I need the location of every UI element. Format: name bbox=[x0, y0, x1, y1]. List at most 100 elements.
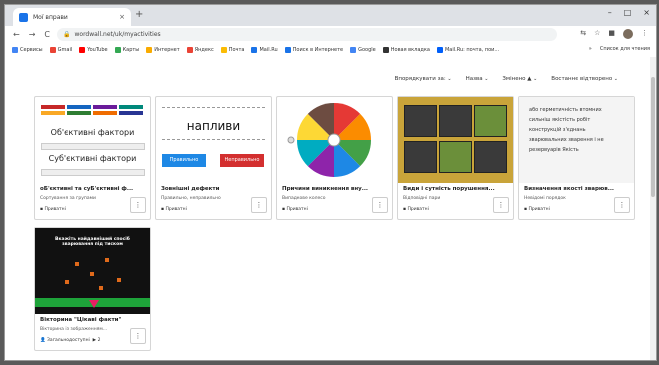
bookmark-item[interactable]: Google bbox=[350, 47, 376, 53]
spinning-wheel-graphic bbox=[287, 103, 371, 177]
activity-card[interactable]: Вкажіть найдавніший спосіб зварювання пі… bbox=[34, 227, 151, 351]
activity-title[interactable]: Вікторина "Цікаві факти" bbox=[40, 317, 146, 323]
extension-icon[interactable]: ■ bbox=[608, 29, 615, 39]
bookmark-favicon-icon bbox=[284, 47, 291, 53]
sort-name[interactable]: Назва bbox=[466, 76, 489, 82]
new-tab-button[interactable]: + bbox=[135, 9, 143, 20]
back-button[interactable]: ← bbox=[13, 30, 20, 39]
card-menu-button[interactable]: ⋮ bbox=[130, 197, 146, 213]
bookmark-favicon-icon bbox=[114, 47, 121, 53]
activity-thumbnail: напливи Правильно Неправильно bbox=[156, 97, 271, 183]
card-menu-button[interactable]: ⋮ bbox=[130, 328, 146, 344]
activity-card[interactable]: Причини виникнення вну... Випадкове коле… bbox=[276, 96, 393, 220]
minimize-button[interactable]: – bbox=[608, 8, 612, 17]
bookmark-item[interactable]: Gmail bbox=[49, 47, 72, 53]
activity-title[interactable]: Визначення якості зварюв... bbox=[524, 186, 630, 192]
bookmark-item[interactable]: Карты bbox=[114, 47, 139, 53]
activity-card[interactable]: Об'єктивні фактори Суб'єктивні фактори о… bbox=[34, 96, 151, 220]
bookmark-favicon-icon bbox=[49, 47, 56, 53]
visibility-label: 👤 Загальнодоступні ▶ 2 bbox=[40, 338, 101, 343]
bookmark-item[interactable]: Яндекс bbox=[186, 47, 214, 53]
visibility-label: ▪ Приватні bbox=[40, 207, 66, 212]
bookmark-favicon-icon bbox=[350, 47, 357, 53]
bookmarks-bar: Сервисы Gmail YouTube Карты Интернет Яндекс По… bbox=[5, 43, 656, 58]
bookmark-item[interactable]: YouTube bbox=[79, 47, 108, 53]
bookmark-item[interactable]: Поиск в Интернете bbox=[284, 47, 343, 53]
activity-type: Випадкове колесо bbox=[282, 196, 326, 201]
activity-thumbnail: Вкажіть найдавніший спосіб зварювання пі… bbox=[35, 228, 150, 314]
thumb-label-objective: Об'єктивні фактори bbox=[50, 128, 135, 137]
visibility-label: ▪ Приватні bbox=[282, 207, 308, 212]
tab-title: Мої вправи bbox=[33, 13, 68, 21]
activity-card[interactable]: Види і сутність порушення... Відповідні … bbox=[397, 96, 514, 220]
bookmark-favicon-icon bbox=[12, 47, 18, 53]
bookmark-favicon-icon bbox=[382, 47, 389, 53]
tab-bar: Мої вправи × + – □ × bbox=[5, 5, 656, 26]
card-menu-button[interactable]: ⋮ bbox=[251, 197, 267, 213]
page-content: Впорядкувати за: Назва Змінено ▲ Востанн… bbox=[5, 57, 650, 360]
thumb-false-button: Неправильно bbox=[220, 154, 264, 167]
card-menu-button[interactable]: ⋮ bbox=[493, 197, 509, 213]
lock-icon: 🔒 bbox=[63, 31, 71, 38]
activity-title[interactable]: оБ'єктивні та суБ'єктивні ф... bbox=[40, 186, 146, 192]
bookmark-favicon-icon bbox=[79, 47, 86, 53]
card-menu-button[interactable]: ⋮ bbox=[372, 197, 388, 213]
activity-type: Відповідні пари bbox=[403, 196, 441, 201]
activity-type: Вікторина із зображенням... bbox=[40, 327, 108, 332]
bookmark-favicon-icon bbox=[146, 47, 153, 53]
menu-dots-icon[interactable]: ⋮ bbox=[641, 29, 648, 39]
close-window-button[interactable]: × bbox=[643, 8, 650, 17]
thumb-question: Вкажіть найдавніший спосіб зварювання пі… bbox=[55, 237, 130, 247]
visibility-label: ▪ Приватні bbox=[524, 207, 550, 212]
translate-icon[interactable]: ⇆ bbox=[580, 29, 586, 39]
omnibox[interactable]: 🔒 wordwall.net/uk/myactivities bbox=[57, 28, 557, 41]
bookmark-item[interactable]: Сервисы bbox=[12, 47, 43, 53]
window-controls: – □ × bbox=[608, 8, 650, 17]
activity-card[interactable]: або герметичність втомних сильніш якісті… bbox=[518, 96, 635, 220]
activity-title[interactable]: Види і сутність порушення... bbox=[403, 186, 509, 192]
profile-avatar[interactable] bbox=[623, 29, 633, 39]
browser-window: Мої вправи × + – □ × ← → C 🔒 wordwall.ne… bbox=[4, 4, 657, 361]
card-menu-button[interactable]: ⋮ bbox=[614, 197, 630, 213]
bookmark-item[interactable]: Новая вкладка bbox=[382, 47, 430, 53]
wheel-pointer bbox=[287, 136, 295, 144]
thumb-label-subjective: Суб'єктивні фактори bbox=[48, 154, 137, 163]
activity-thumbnail: або герметичність втомних сильніш якісті… bbox=[519, 97, 634, 183]
tab-close-icon[interactable]: × bbox=[119, 13, 125, 21]
sort-by-label[interactable]: Впорядкувати за: bbox=[395, 76, 452, 82]
bookmark-item[interactable]: Почта bbox=[220, 47, 244, 53]
activity-title[interactable]: Зовнішні дефекти bbox=[161, 186, 267, 192]
bookmarks-more-icon[interactable]: » bbox=[589, 46, 592, 52]
plays-count: 2 bbox=[97, 338, 101, 343]
activity-thumbnail: Об'єктивні фактори Суб'єктивні фактори bbox=[35, 97, 150, 183]
tab-my-activities[interactable]: Мої вправи × bbox=[13, 8, 131, 26]
activity-title[interactable]: Причини виникнення вну... bbox=[282, 186, 388, 192]
activity-card[interactable]: напливи Правильно Неправильно Зовнішні д… bbox=[155, 96, 272, 220]
wheel-hub bbox=[327, 133, 341, 147]
visibility-label: ▪ Приватні bbox=[161, 207, 187, 212]
address-bar-row: ← → C 🔒 wordwall.net/uk/myactivities ⇆ ☆… bbox=[5, 26, 656, 43]
activity-thumbnail bbox=[398, 97, 513, 183]
bookmark-item[interactable]: Mail.Ru: почта, пои... bbox=[436, 47, 499, 53]
reading-list[interactable]: Список для чтения bbox=[600, 46, 650, 52]
activity-type: Сортування за групами bbox=[40, 196, 96, 201]
thumb-true-button: Правильно bbox=[162, 154, 206, 167]
bookmark-favicon-icon bbox=[220, 47, 227, 53]
bookmark-item[interactable]: Интернет bbox=[146, 47, 180, 53]
bookmark-favicon-icon bbox=[436, 47, 443, 53]
bookmark-favicon-icon bbox=[251, 47, 258, 53]
scrollbar[interactable] bbox=[650, 57, 656, 360]
sort-last-played[interactable]: Востаннє відтворено bbox=[551, 76, 618, 82]
bookmark-item[interactable]: Mail.Ru bbox=[251, 47, 278, 53]
visibility-label: ▪ Приватні bbox=[403, 207, 429, 212]
forward-button[interactable]: → bbox=[29, 30, 36, 39]
bookmark-star-icon[interactable]: ☆ bbox=[594, 29, 600, 39]
sort-modified[interactable]: Змінено ▲ bbox=[502, 76, 537, 82]
thumb-word: напливи bbox=[186, 119, 241, 133]
activity-type: Правильно, неправильно bbox=[161, 196, 221, 201]
wordwall-favicon-icon bbox=[19, 12, 28, 22]
maximize-button[interactable]: □ bbox=[624, 8, 632, 17]
activity-type: Невідомі порядок bbox=[524, 196, 566, 201]
activity-thumbnail bbox=[277, 97, 392, 183]
reload-button[interactable]: C bbox=[44, 30, 50, 39]
